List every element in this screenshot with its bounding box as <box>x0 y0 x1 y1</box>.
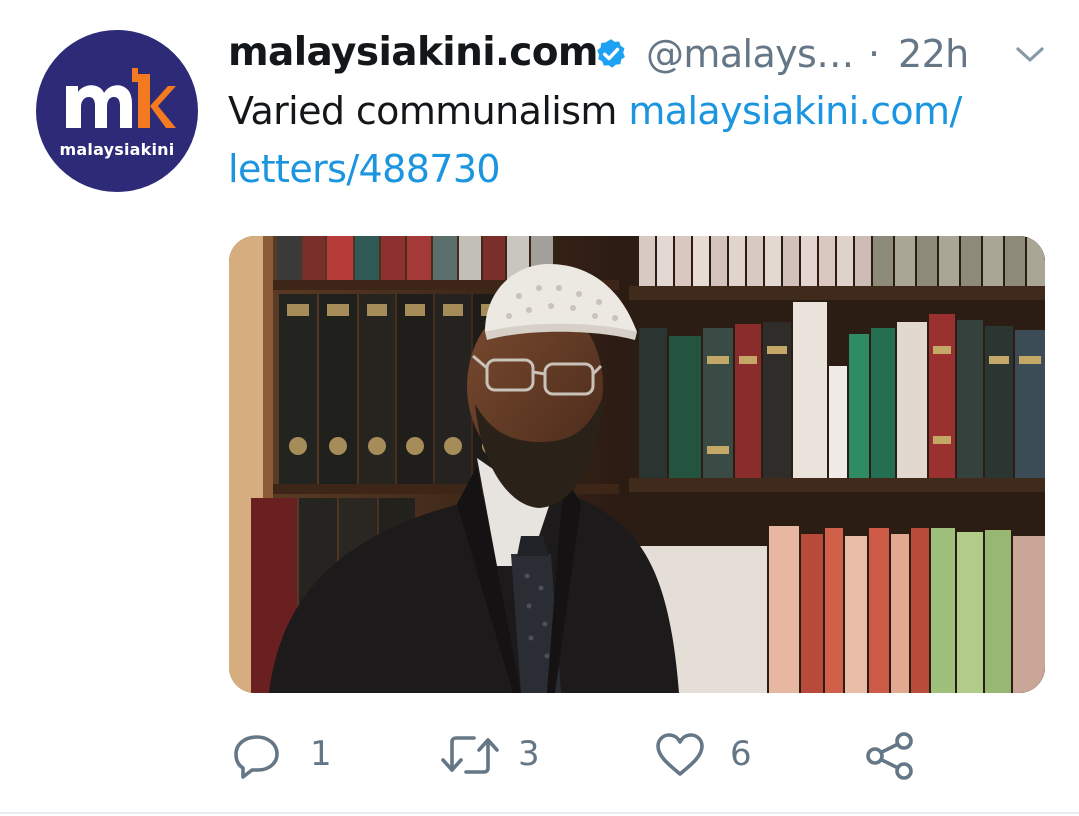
tweet-link-part2[interactable]: letters/488730 <box>228 147 501 191</box>
chevron-down-icon[interactable] <box>1012 38 1048 70</box>
avatar[interactable]: malaysiakini <box>36 30 198 192</box>
timestamp[interactable]: 22h <box>898 32 969 76</box>
share-icon <box>866 732 913 780</box>
handle[interactable]: @malays… <box>646 32 854 76</box>
tweet-link-part1[interactable]: malaysiakini.com/ <box>628 89 962 133</box>
tweet-text: Varied communalism malaysiakini.com/lett… <box>228 82 1048 198</box>
retweet-icon <box>441 736 499 774</box>
separator-dot: · <box>868 32 881 76</box>
verified-badge-icon <box>597 39 625 68</box>
divider <box>0 812 1079 814</box>
retweet-button[interactable]: 3 <box>440 722 560 786</box>
heart-icon <box>656 733 704 776</box>
tweet-body: Varied communalism <box>228 89 629 133</box>
tweet-actions: 1 3 6 <box>0 722 1079 792</box>
avatar-wordmark: malaysiakini <box>59 140 175 159</box>
reply-button[interactable]: 1 <box>232 722 342 786</box>
reply-icon <box>234 735 279 779</box>
tweet-image[interactable] <box>229 236 1045 693</box>
display-name[interactable]: malaysiakini.com <box>228 30 599 75</box>
like-count: 6 <box>730 734 752 774</box>
photo-image <box>229 236 1045 693</box>
reply-count: 1 <box>310 734 332 774</box>
malaysiakini-logo-icon <box>66 68 176 128</box>
tweet-card[interactable]: malaysiakini malaysiakini.com @malays… ·… <box>0 0 1079 816</box>
retweet-count: 3 <box>518 734 540 774</box>
share-button[interactable] <box>864 722 924 786</box>
like-button[interactable]: 6 <box>654 722 764 786</box>
tweet-header: malaysiakini.com @malays… · 22h <box>228 22 1058 78</box>
